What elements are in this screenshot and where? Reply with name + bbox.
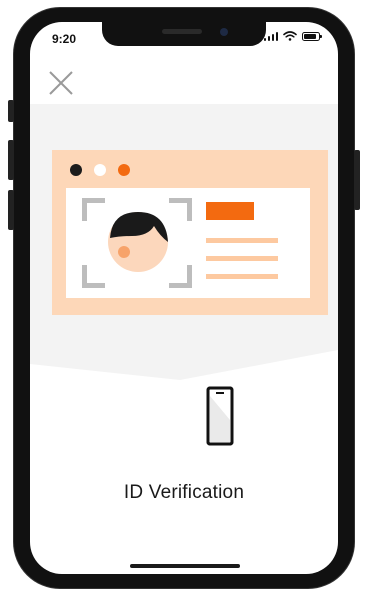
illustration-background-tail	[30, 344, 338, 380]
window-dot-orange	[118, 164, 130, 176]
status-time: 9:20	[52, 32, 77, 46]
id-info-line	[206, 274, 278, 279]
phone-icon	[206, 386, 234, 446]
wifi-icon	[283, 31, 297, 41]
window-dot-black	[70, 164, 82, 176]
face-scan-frame	[82, 198, 192, 288]
id-info-line	[206, 238, 278, 243]
id-card-illustration	[52, 150, 328, 315]
home-indicator[interactable]	[130, 564, 240, 568]
speaker-grille	[162, 29, 202, 34]
battery-icon	[302, 32, 322, 41]
signal-icon	[263, 31, 278, 41]
phone-screen: 9:20 ID Verification	[30, 22, 338, 574]
face-avatar-icon	[108, 212, 168, 272]
id-info-line	[206, 256, 278, 261]
close-icon[interactable]	[46, 68, 76, 98]
volume-down-button	[8, 190, 14, 230]
id-name-bar	[206, 202, 254, 220]
status-icons	[263, 31, 322, 41]
mute-switch	[8, 100, 14, 122]
id-card-body	[66, 188, 310, 298]
volume-up-button	[8, 140, 14, 180]
window-dot-white	[94, 164, 106, 176]
power-button	[354, 150, 360, 210]
page-title: ID Verification	[123, 482, 245, 503]
front-camera	[220, 28, 228, 36]
notch	[102, 22, 266, 46]
